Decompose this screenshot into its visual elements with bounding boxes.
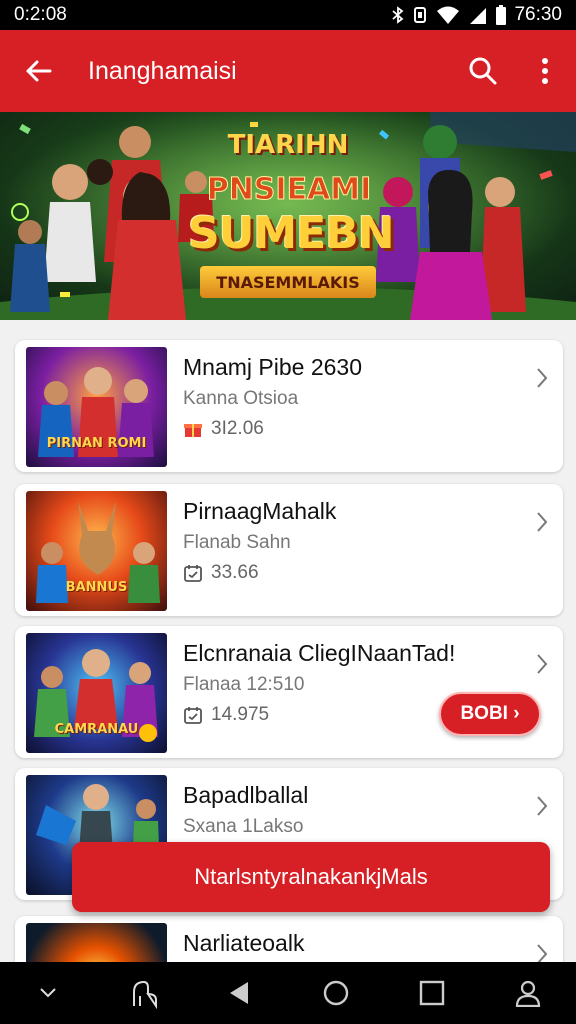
banner-line-2: PNSIEAMI [206, 172, 372, 208]
assistant-icon [133, 980, 157, 1010]
list-item-meta-value: 14.975 [211, 704, 270, 725]
search-icon [469, 57, 497, 85]
chevron-right-icon [537, 796, 548, 816]
list-item-subtitle: Sxana 1Lakso [183, 816, 304, 837]
list-item-meta-value: 33.66 [211, 562, 259, 583]
list-item-meta: 33.66 [183, 562, 259, 584]
chevron-right-icon [537, 512, 548, 532]
battery-icon [496, 5, 507, 25]
status-bar: 0:2:08 76:30 [0, 0, 576, 30]
list-item[interactable]: PIRNAN ROMI Mnamj Pibe 2630 Kanna Otsioa… [15, 340, 563, 472]
chevron-down-icon [40, 988, 56, 998]
profile-icon [515, 980, 541, 1007]
more-vert-icon [542, 58, 548, 84]
nav-back-button[interactable] [210, 963, 270, 1023]
list-item-subtitle: Kanna Otsioa [183, 388, 299, 409]
snackbar-button[interactable]: NtarlsntyralnakankjMals [72, 842, 550, 912]
page-title: Inanghamaisi [88, 56, 237, 85]
list-item-title: PirnaagMahalk [183, 498, 337, 524]
wifi-icon [436, 6, 460, 24]
banner-headline: SUMEBN [188, 208, 395, 259]
vibrate-icon [412, 7, 428, 23]
home-icon [323, 980, 349, 1006]
list-item-meta-value: 3I2.06 [211, 418, 264, 439]
nav-recents-button[interactable] [402, 963, 462, 1023]
list-item-title: Narliateoalk [183, 930, 305, 956]
list-item-title: Mnamj Pibe 2630 [183, 354, 362, 380]
back-arrow-icon [26, 60, 52, 82]
calendar-icon [184, 565, 202, 582]
calendar-icon [184, 707, 202, 724]
more-options-button[interactable] [514, 30, 576, 112]
chevron-right-icon [537, 368, 548, 388]
list-item-subtitle: Flanab Sahn [183, 532, 291, 553]
nav-collapse-button[interactable] [18, 963, 78, 1023]
list-item[interactable]: CAMRANAU Elcnranaia CliegINaanTad! Flana… [15, 626, 563, 758]
status-clock: 76:30 [514, 4, 562, 25]
nav-home-button[interactable] [306, 963, 366, 1023]
search-button[interactable] [452, 30, 514, 112]
system-nav-bar [0, 962, 576, 1024]
thumbnail-caption: BANNUS [65, 580, 128, 595]
banner-strip: TNASEMMLAKIS [200, 266, 376, 298]
app-bar: Inanghamaisi [0, 30, 576, 112]
list-item-subtitle: Flanaa 12:510 [183, 674, 305, 695]
list-item-thumbnail: BANNUS [26, 491, 167, 611]
gift-icon [184, 424, 202, 437]
list-item-thumbnail: PIRNAN ROMI [26, 347, 167, 467]
list-item-meta: 3I2.06 [183, 418, 264, 440]
list-item-title: Bapadlballal [183, 782, 309, 808]
hero-banner[interactable]: TIARIHN PNSIEAMI SUMEBN TNASEMMLAKIS [0, 112, 576, 320]
chevron-right-icon [537, 654, 548, 674]
bluetooth-icon [392, 6, 404, 24]
list-item-title: Elcnranaia CliegINaanTad! [183, 640, 456, 666]
list-item[interactable]: BANNUS PirnaagMahalk Flanab Sahn 33.66 [15, 484, 563, 616]
nav-assistant-button[interactable] [114, 963, 174, 1023]
back-icon [230, 982, 248, 1004]
thumbnail-caption: CAMRANAU [54, 722, 139, 737]
thumbnail-caption: PIRNAN ROMI [46, 436, 147, 451]
recents-icon [419, 980, 445, 1006]
signal-icon [468, 6, 488, 24]
list-item-meta: 14.975 [183, 704, 269, 726]
nav-profile-button[interactable] [498, 963, 558, 1023]
action-button[interactable]: BOBI › [439, 692, 541, 736]
status-icons: 76:30 [392, 4, 562, 26]
banner-line-1: TIARIHN [227, 130, 349, 160]
list-item-thumbnail: CAMRANAU [26, 633, 167, 753]
status-time: 0:2:08 [14, 4, 67, 25]
back-button[interactable] [0, 30, 76, 112]
